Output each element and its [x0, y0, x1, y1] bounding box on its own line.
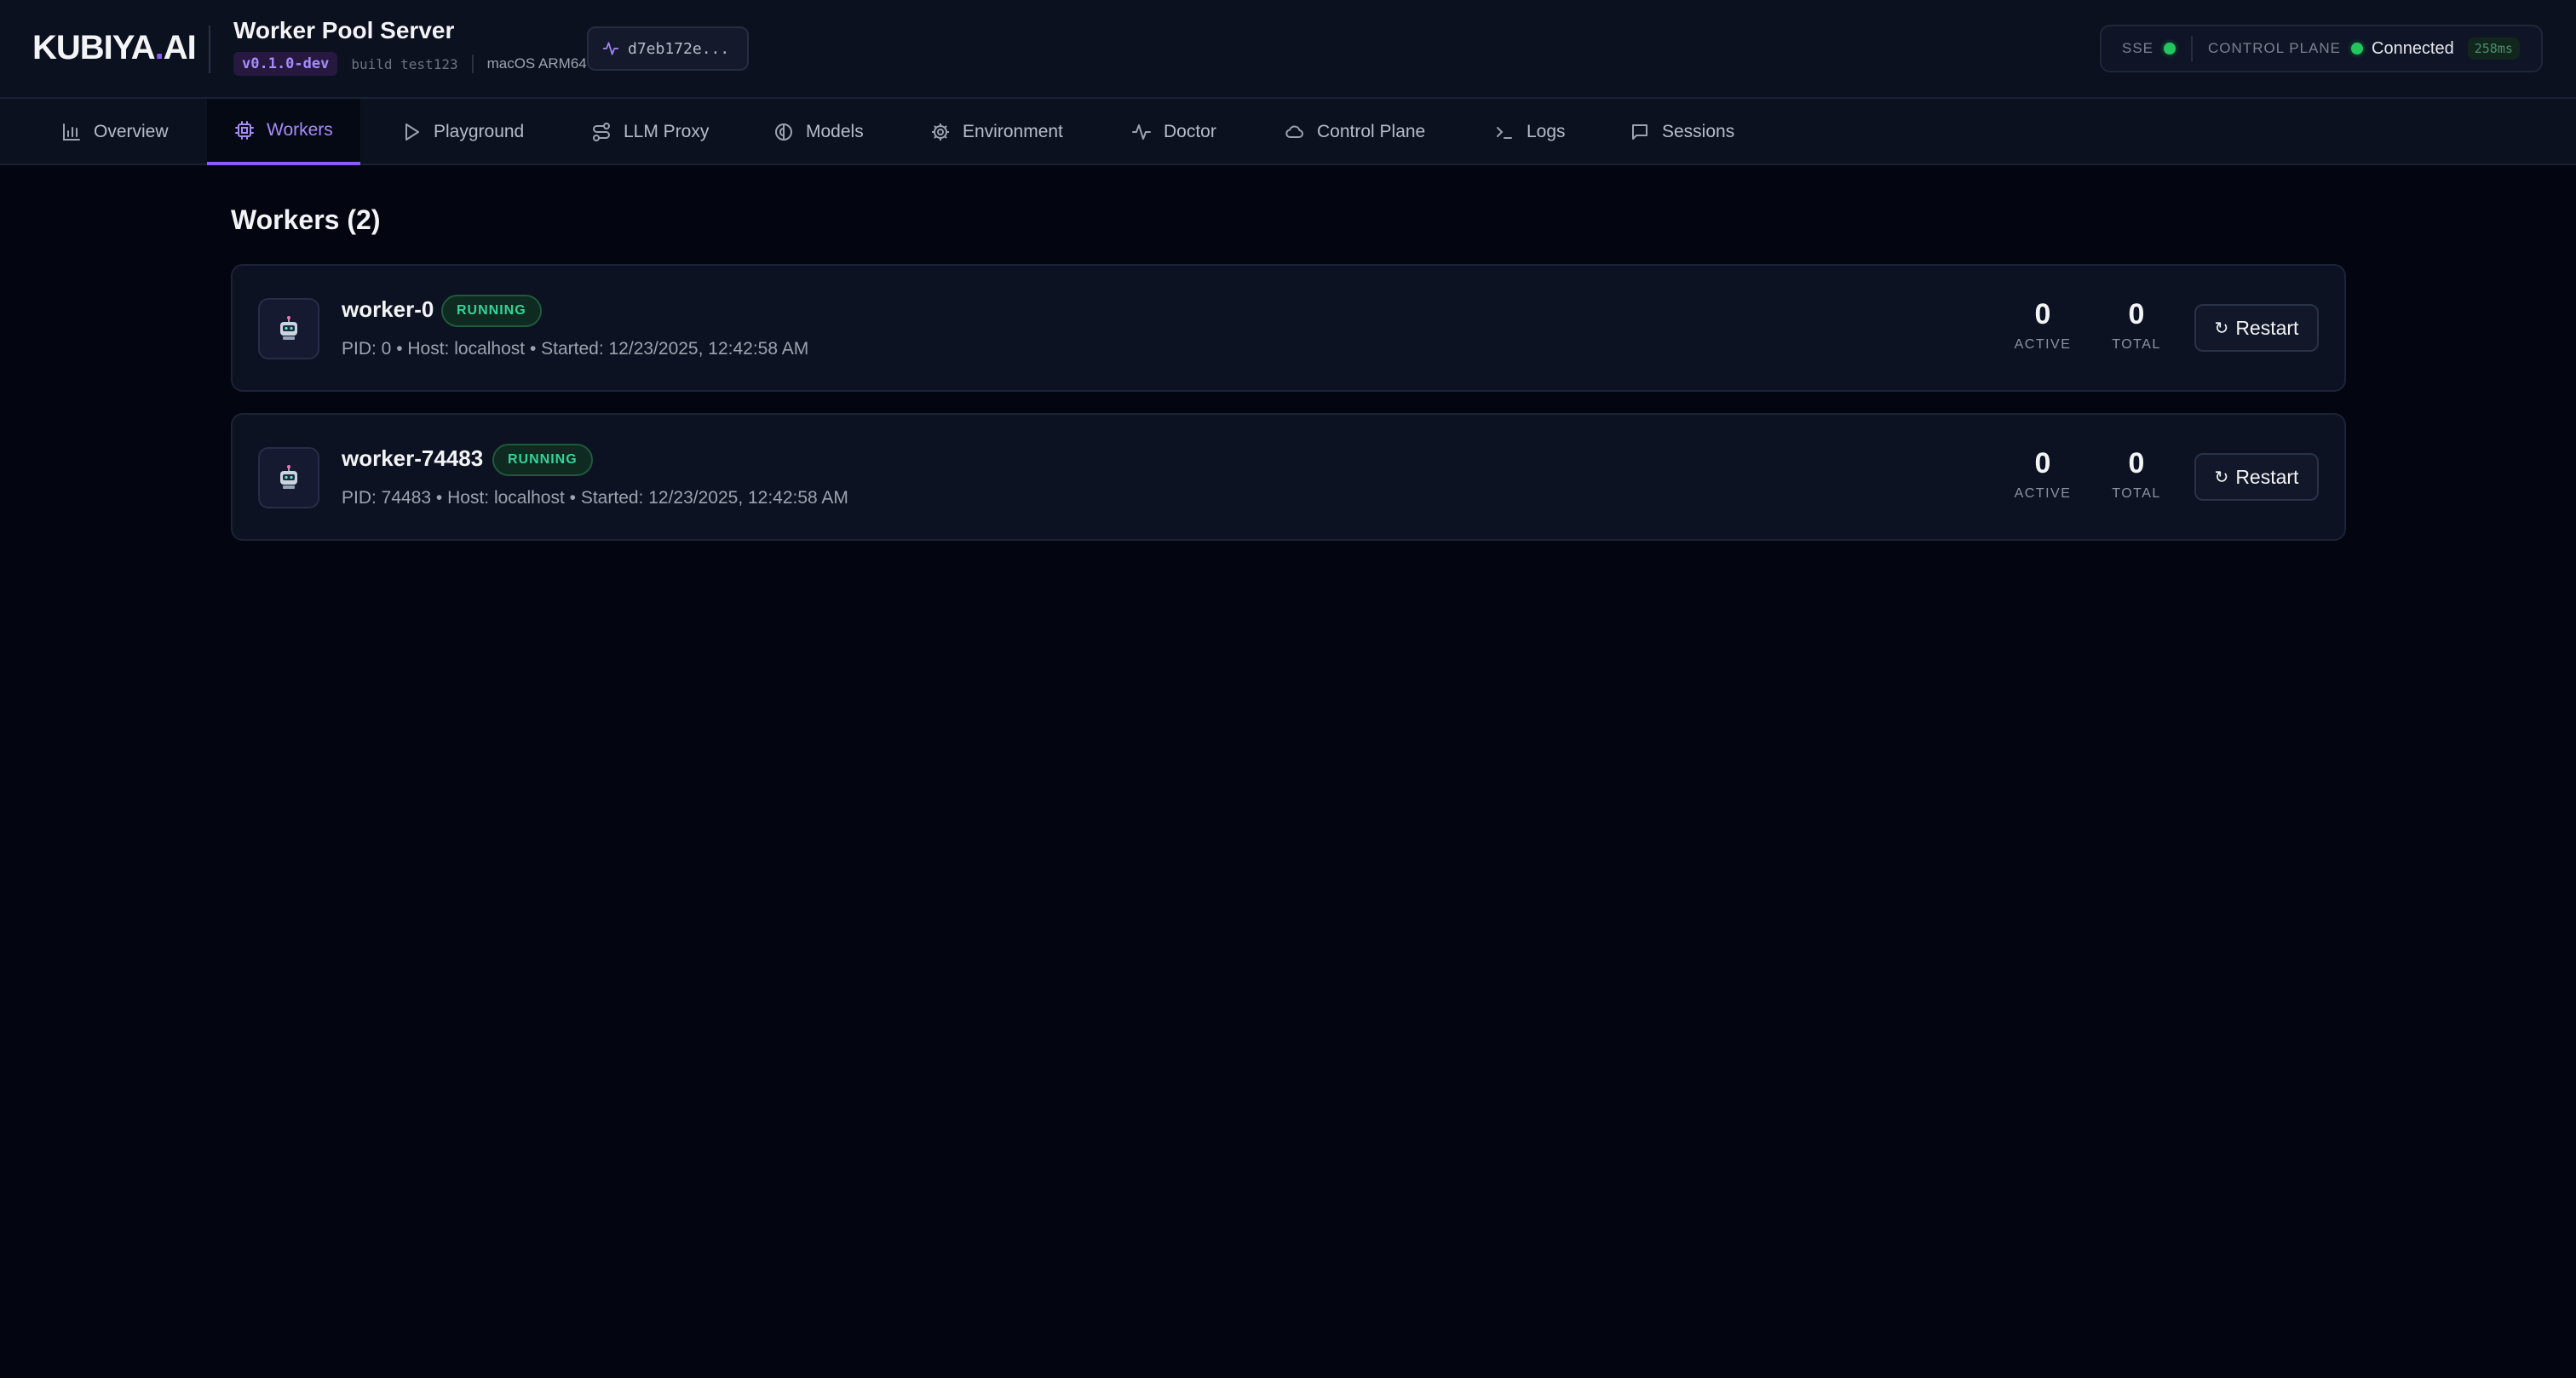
total-count: 0 — [2128, 298, 2145, 330]
tab-label: Models — [806, 122, 864, 141]
restart-button[interactable]: ↻ Restart — [2194, 304, 2319, 352]
top-header: KUBIYA. AI Worker Pool Server v0.1.0-dev … — [0, 0, 2576, 99]
total-stat: 0 TOTAL — [2098, 449, 2175, 502]
tab-label: Sessions — [1662, 122, 1735, 141]
tab-label: Playground — [434, 122, 525, 141]
sse-label: SSE — [2122, 40, 2154, 56]
worker-meta: PID: 74483 • Host: localhost • Started: … — [342, 488, 848, 508]
active-stat: 0 ACTIVE — [2004, 449, 2081, 502]
version-badge: v0.1.0-dev — [233, 52, 338, 76]
sse-status-dot — [2164, 43, 2176, 55]
tab-control-plane[interactable]: Control Plane — [1257, 99, 1452, 165]
active-label: ACTIVE — [2014, 337, 2072, 352]
gear-icon — [932, 123, 949, 141]
robot-icon — [258, 447, 319, 508]
commit-hash-button[interactable]: d7eb172e... — [587, 26, 749, 71]
tab-environment[interactable]: Environment — [903, 99, 1090, 165]
refresh-icon: ↻ — [2214, 468, 2229, 487]
tab-workers[interactable]: Workers — [207, 99, 360, 165]
activity-icon — [1132, 124, 1151, 140]
total-label: TOTAL — [2112, 337, 2161, 352]
cloud-icon — [1285, 125, 1303, 139]
build-meta-row: v0.1.0-dev build test123 macOS ARM64 — [233, 51, 587, 77]
control-plane-label: CONTROL PLANE — [2208, 40, 2341, 56]
commit-hash: d7eb172e... — [628, 39, 730, 58]
logo-dot: . — [154, 29, 164, 66]
connection-status-panel: SSE CONTROL PLANE Connected 258ms — [2100, 25, 2543, 72]
restart-label: Restart — [2235, 465, 2299, 488]
active-stat: 0 ACTIVE — [2004, 300, 2081, 353]
active-count: 0 — [2034, 447, 2051, 479]
latency-badge: 258ms — [2467, 37, 2520, 60]
tab-label: Overview — [94, 122, 169, 141]
kubiya-logo[interactable]: KUBIYA. AI — [32, 29, 197, 67]
tab-doctor[interactable]: Doctor — [1104, 99, 1244, 165]
tab-sessions[interactable]: Sessions — [1602, 99, 1762, 165]
refresh-icon: ↻ — [2214, 319, 2229, 338]
worker-card: worker-0 RUNNING PID: 0 • Host: localhos… — [231, 264, 2346, 392]
main-nav: Overview Workers Playground LLM Proxy Mo… — [0, 99, 2576, 165]
active-count: 0 — [2034, 298, 2051, 330]
worker-meta: PID: 0 • Host: localhost • Started: 12/2… — [342, 339, 809, 359]
worker-card: worker-74483 RUNNING PID: 74483 • Host: … — [231, 413, 2346, 541]
status-badge: RUNNING — [441, 295, 542, 327]
play-icon — [405, 123, 419, 141]
bar-chart-icon — [63, 123, 80, 141]
status-badge: RUNNING — [492, 444, 593, 476]
build-label: build test123 — [351, 55, 458, 72]
restart-label: Restart — [2235, 316, 2299, 339]
tab-playground[interactable]: Playground — [374, 99, 551, 165]
worker-name: worker-74483 — [342, 445, 484, 471]
server-title: Worker Pool Server — [233, 17, 455, 43]
control-plane-status-dot — [2351, 43, 2363, 55]
tab-label: Environment — [963, 122, 1063, 141]
tab-label: Workers — [267, 120, 333, 140]
cpu-icon — [235, 121, 254, 140]
tab-label: LLM Proxy — [624, 122, 710, 141]
logo-main-text: KUBIYA — [32, 29, 156, 66]
robot-icon — [258, 298, 319, 359]
tab-label: Logs — [1527, 122, 1566, 141]
tab-overview[interactable]: Overview — [34, 99, 196, 165]
page-title: Workers (2) — [231, 204, 381, 235]
total-count: 0 — [2128, 447, 2145, 479]
status-divider — [2191, 36, 2194, 61]
brain-icon — [775, 123, 792, 141]
total-stat: 0 TOTAL — [2098, 300, 2175, 353]
worker-name: worker-0 — [342, 296, 434, 322]
connection-status-text: Connected — [2372, 38, 2454, 58]
tab-models[interactable]: Models — [746, 99, 891, 165]
tab-logs[interactable]: Logs — [1467, 99, 1593, 165]
activity-icon — [602, 42, 619, 55]
tab-label: Doctor — [1164, 122, 1216, 141]
meta-divider — [471, 55, 474, 73]
logo-suffix-text: AI — [163, 29, 197, 66]
tab-llm-proxy[interactable]: LLM Proxy — [564, 99, 736, 165]
restart-button[interactable]: ↻ Restart — [2194, 453, 2319, 501]
tab-label: Control Plane — [1317, 122, 1426, 141]
active-label: ACTIVE — [2014, 486, 2072, 501]
platform-label: macOS ARM64 — [486, 55, 587, 72]
chat-icon — [1632, 124, 1647, 140]
route-icon — [593, 123, 610, 141]
header-divider — [209, 26, 210, 73]
terminal-icon — [1497, 127, 1512, 139]
total-label: TOTAL — [2112, 486, 2161, 501]
